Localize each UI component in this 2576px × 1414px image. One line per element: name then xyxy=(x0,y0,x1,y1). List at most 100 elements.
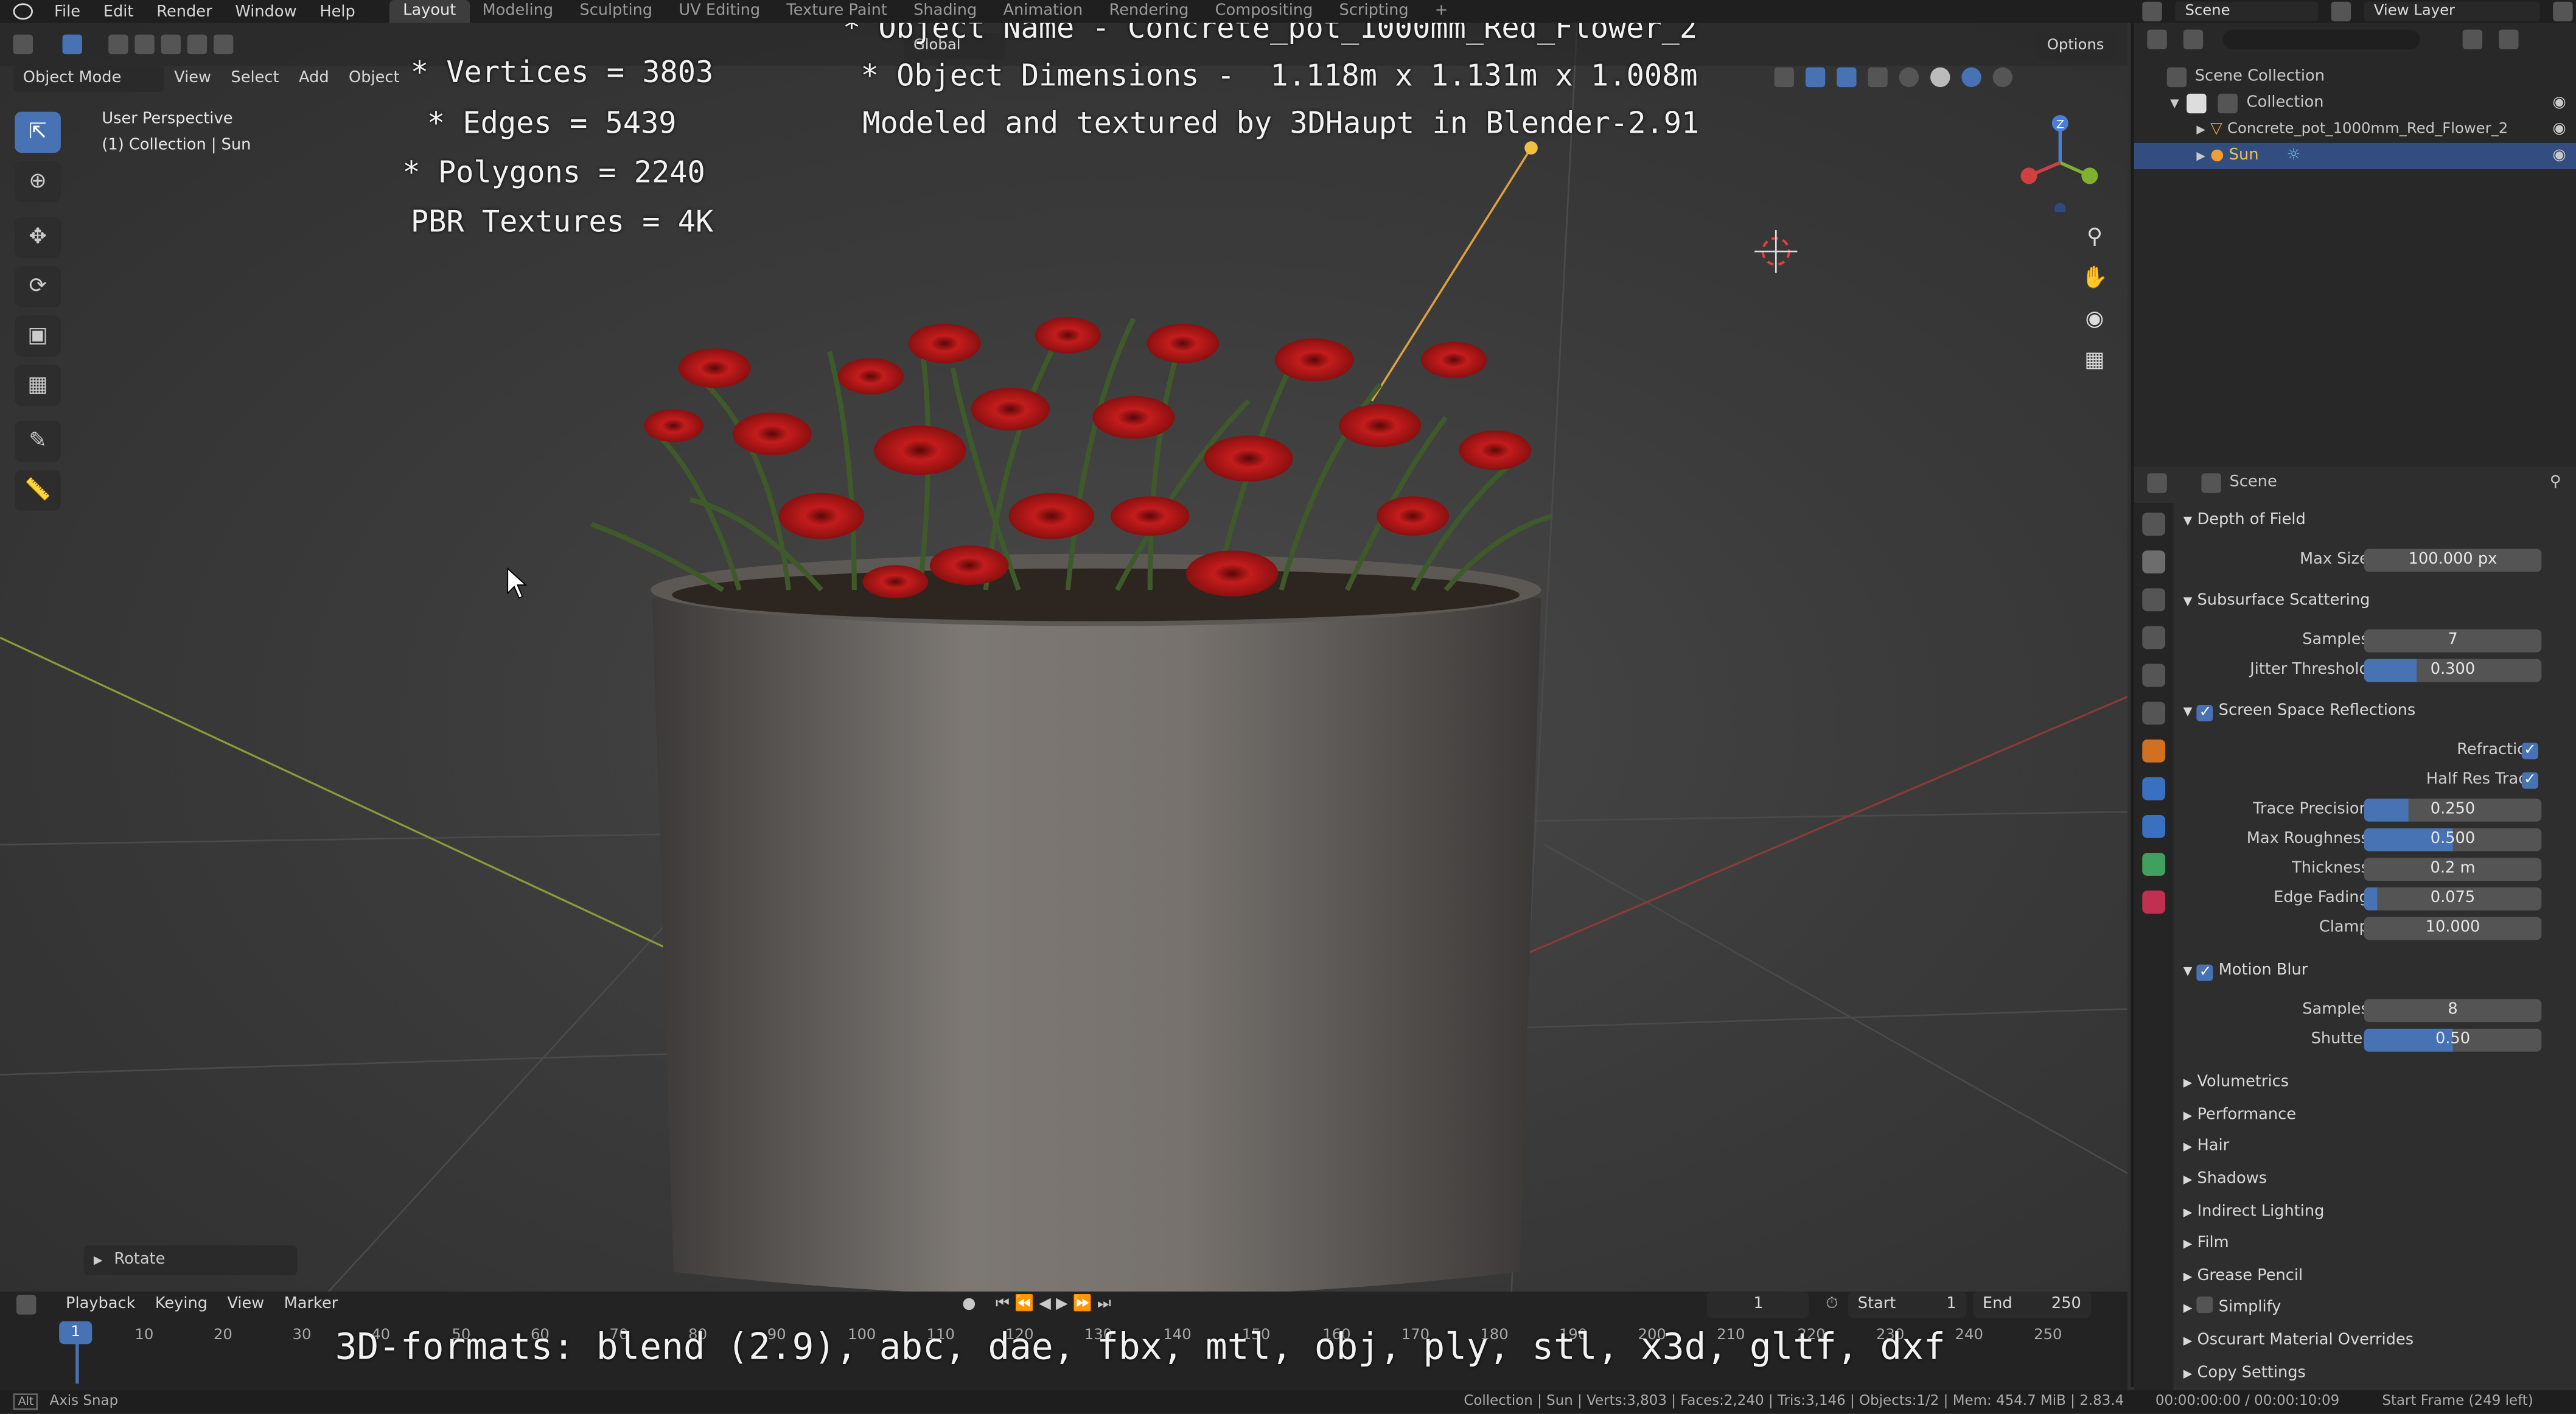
timeline-menu-playback[interactable]: Playback xyxy=(56,1292,145,1318)
3d-cursor-icon[interactable] xyxy=(1754,229,1798,273)
thickness-field[interactable]: 0.2 m xyxy=(2364,858,2542,881)
motion-blur-checkbox[interactable]: ✓ xyxy=(2197,964,2214,981)
end-frame-field[interactable]: End 250 xyxy=(1972,1291,2092,1318)
ortho-grid-icon[interactable]: ▦ xyxy=(2076,345,2112,378)
half-res-trace-checkbox[interactable]: ✓ xyxy=(2521,772,2538,789)
edge-fading-slider[interactable]: 0.075 xyxy=(2364,887,2542,911)
dof-max-size-field[interactable]: 100.000 px xyxy=(2364,548,2542,572)
view-layer-selector[interactable]: View Layer xyxy=(2364,1,2540,22)
concrete-pot-object[interactable] xyxy=(651,553,1541,1292)
scale-tool-icon[interactable]: ▣ xyxy=(15,315,61,357)
workspace-tab-uv-editing[interactable]: UV Editing xyxy=(666,0,773,23)
section-depth-of-field[interactable]: ▼ Depth of Field xyxy=(2174,506,2576,536)
viewport-menu-add[interactable]: Add xyxy=(289,66,339,92)
collection-checkbox-icon[interactable] xyxy=(2187,93,2207,113)
viewport-menu-view[interactable]: View xyxy=(164,66,221,92)
section-grease-pencil[interactable]: ▶ Grease Pencil xyxy=(2174,1262,2576,1292)
new-collection-icon[interactable] xyxy=(2499,29,2519,49)
section-subsurface-scattering[interactable]: ▼ Subsurface Scattering xyxy=(2174,587,2576,617)
blender-logo-icon[interactable] xyxy=(13,3,33,20)
select-mode-invert-icon[interactable] xyxy=(187,34,208,55)
viewport-menu-object[interactable]: Object xyxy=(339,66,410,92)
overlay-toggle-icon[interactable] xyxy=(1837,67,1857,88)
sss-jitter-slider[interactable]: 0.300 xyxy=(2364,659,2542,682)
section-motion-blur[interactable]: ▼ ✓ Motion Blur xyxy=(2174,956,2576,986)
annotate-tool-icon[interactable]: ✎ xyxy=(15,421,61,462)
light-data-tab-icon[interactable] xyxy=(2142,853,2166,876)
render-tab-icon[interactable] xyxy=(2142,550,2166,574)
options-dropdown[interactable]: Options xyxy=(2037,32,2114,60)
workspace-tab-rendering[interactable]: Rendering xyxy=(1096,0,1202,23)
scene-tab-icon[interactable] xyxy=(2142,663,2166,687)
physics-tab-icon[interactable] xyxy=(2142,777,2166,800)
ssr-enable-checkbox[interactable]: ✓ xyxy=(2197,705,2214,722)
workspace-tab-animation[interactable]: Animation xyxy=(990,0,1096,23)
world-tab-icon[interactable] xyxy=(2142,701,2166,725)
scene-icon[interactable] xyxy=(2142,1,2162,22)
stopwatch-icon[interactable]: ⏱ xyxy=(1826,1292,1838,1318)
view-layer-tab-icon[interactable] xyxy=(2142,626,2166,649)
scene-collection-row[interactable]: Scene Collection xyxy=(2134,64,2576,90)
select-box-icon[interactable] xyxy=(62,34,82,55)
workspace-tab-compositing[interactable]: Compositing xyxy=(1202,0,1326,23)
workspace-tab-texture-paint[interactable]: Texture Paint xyxy=(773,0,901,23)
section-film[interactable]: ▶ Film xyxy=(2174,1229,2576,1259)
outliner-search-input[interactable] xyxy=(2222,29,2420,49)
3d-viewport[interactable]: Object Mode View Select Add Object Globa… xyxy=(0,23,2127,1292)
workspace-tab-layout[interactable]: Layout xyxy=(389,0,469,23)
properties-editor-icon[interactable] xyxy=(2147,473,2167,493)
section-performance[interactable]: ▶ Performance xyxy=(2174,1101,2576,1131)
view-layer-icon[interactable] xyxy=(2331,1,2351,22)
mode-dropdown[interactable]: Object Mode xyxy=(13,65,164,93)
pin-icon[interactable]: ⚲ xyxy=(2550,473,2561,491)
wireframe-shading-icon[interactable] xyxy=(1899,67,1919,88)
timeline-menu-keying[interactable]: Keying xyxy=(145,1292,218,1318)
navigation-gizmo[interactable]: Z xyxy=(2014,113,2113,212)
select-mode-intersect-icon[interactable] xyxy=(213,34,234,55)
section-simplify[interactable]: ▶ Simplify xyxy=(2174,1293,2576,1323)
sun-light-handle[interactable] xyxy=(1524,141,1538,155)
outliner-editor-icon[interactable] xyxy=(2147,29,2167,49)
viewport-menu-select[interactable]: Select xyxy=(221,66,289,92)
timeline-menu-view[interactable]: View xyxy=(217,1292,274,1318)
playback-controls[interactable]: ⏮⏪◀▶⏩⏭ xyxy=(996,1292,1116,1318)
section-oscurart[interactable]: ▶ Oscurart Material Overrides xyxy=(2174,1326,2576,1356)
gizmo-toggle-icon[interactable] xyxy=(1805,67,1826,88)
timeline-menu-marker[interactable]: Marker xyxy=(274,1292,347,1318)
outliner-item-pot[interactable]: ▶ ▽ Concrete_pot_1000mm_Red_Flower_2 ◉ xyxy=(2134,117,2576,143)
visibility-eye-icon[interactable]: ◉ xyxy=(2552,143,2566,169)
constraints-tab-icon[interactable] xyxy=(2142,815,2166,838)
scene-selector[interactable]: Scene xyxy=(2175,1,2319,22)
menu-render[interactable]: Render xyxy=(145,2,223,21)
max-roughness-slider[interactable]: 0.500 xyxy=(2364,828,2542,852)
object-tab-icon[interactable] xyxy=(2142,739,2166,763)
section-shadows[interactable]: ▶ Shadows xyxy=(2174,1165,2576,1195)
outliner-item-sun[interactable]: ▶ ● Sun ☼ ◉ xyxy=(2134,142,2576,170)
select-mode-extend-icon[interactable] xyxy=(134,34,155,55)
mb-samples-field[interactable]: 8 xyxy=(2364,999,2542,1023)
record-icon[interactable]: ● xyxy=(962,1292,976,1318)
clamp-field[interactable]: 10.000 xyxy=(2364,917,2542,940)
timeline-editor[interactable]: Playback Keying View Marker ● ⏮⏪◀▶⏩⏭ 1 ⏱… xyxy=(0,1291,2127,1390)
current-frame-field[interactable]: 1 xyxy=(1707,1291,1810,1318)
pan-hand-icon[interactable]: ✋ xyxy=(2076,263,2112,296)
solid-shading-icon[interactable] xyxy=(1930,67,1950,88)
move-tool-icon[interactable]: ✥ xyxy=(15,217,61,258)
workspace-tab-shading[interactable]: Shading xyxy=(901,0,990,23)
add-workspace-button[interactable]: + xyxy=(1422,0,1461,23)
filter-icon[interactable] xyxy=(2462,29,2483,49)
material-preview-icon[interactable] xyxy=(1961,67,1981,88)
select-mode-new-icon[interactable] xyxy=(108,34,128,55)
cursor-tool-icon[interactable]: ⊕ xyxy=(15,161,61,203)
camera-view-icon[interactable]: ◉ xyxy=(2076,304,2112,337)
collection-expand-icon[interactable]: ▼ xyxy=(2170,97,2179,110)
select-tool-icon[interactable]: ⇱ xyxy=(15,111,61,153)
timeline-editor-icon[interactable] xyxy=(16,1295,37,1315)
section-copy-settings[interactable]: ▶ Copy Settings xyxy=(2174,1359,2576,1389)
section-indirect-lighting[interactable]: ▶ Indirect Lighting xyxy=(2174,1198,2576,1228)
section-screen-space-reflections[interactable]: ▼ ✓ Screen Space Reflections xyxy=(2174,697,2576,727)
workspace-tab-scripting[interactable]: Scripting xyxy=(1326,0,1422,23)
section-hair[interactable]: ▶ Hair xyxy=(2174,1132,2576,1162)
visibility-icon[interactable] xyxy=(1774,67,1794,88)
menu-window[interactable]: Window xyxy=(224,2,309,21)
